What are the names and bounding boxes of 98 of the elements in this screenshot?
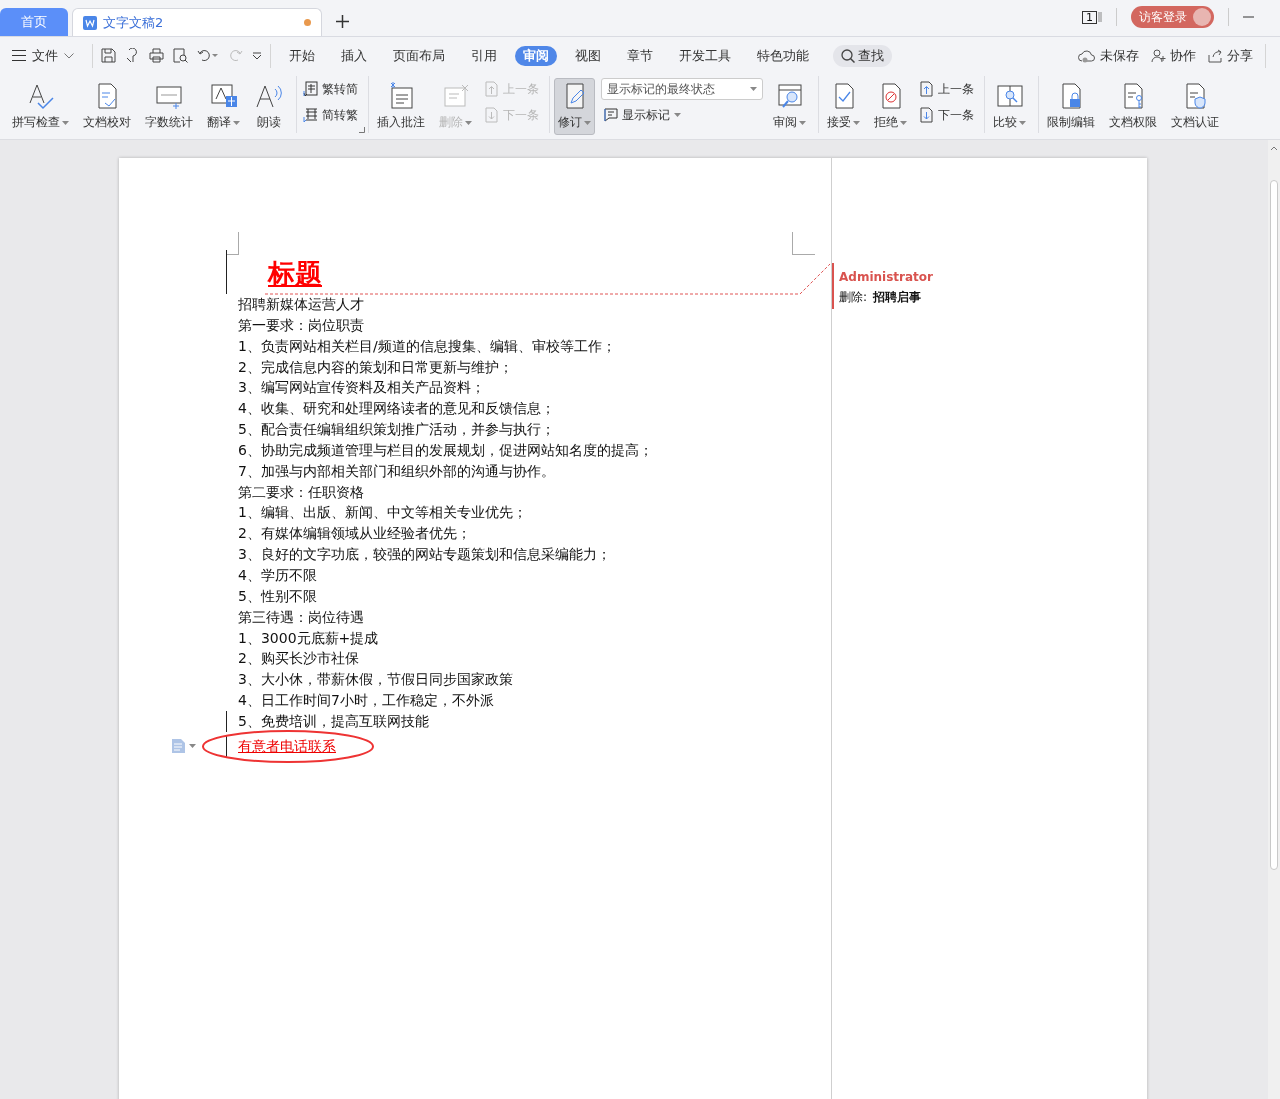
ribbon-tab[interactable]: 页面布局 (385, 45, 453, 66)
ribbon-tab[interactable]: 视图 (567, 45, 609, 66)
scrollbar[interactable] (1268, 140, 1280, 1099)
ribbon-button[interactable]: 限制编辑 (1043, 78, 1099, 135)
comment-author: Administrator (839, 269, 934, 286)
ribbon-button[interactable]: 插入批注 (373, 78, 429, 135)
customize-caret-icon[interactable] (252, 51, 262, 60)
ribbon-button[interactable]: 简转繁 (301, 104, 360, 126)
ribbon-tab[interactable]: 开发工具 (671, 45, 739, 66)
caret-icon (750, 87, 757, 91)
caret-icon (62, 120, 69, 125)
ribbon-button[interactable]: 修订 (554, 78, 595, 135)
ribbon-button[interactable]: 审阅 (769, 78, 810, 135)
markup-icon (603, 107, 618, 123)
document-text: 4、收集、研究和处理网络读者的意见和反馈信息； (238, 400, 555, 417)
document-text: 5、免费培训，提高互联网技能 (238, 712, 429, 729)
ribbon-tab[interactable]: 开始 (281, 45, 323, 66)
caret-icon (799, 120, 806, 125)
comment-label: 删除: (839, 289, 868, 306)
caret-icon (189, 743, 196, 748)
document-text: 3、大小休，带薪休假，节假日同步国家政策 (238, 671, 513, 688)
document-text: 2、有媒体编辑领域从业经验者优先； (238, 525, 471, 542)
undo-icon[interactable] (197, 48, 219, 63)
document-text: 1、3000元底薪+提成 (238, 629, 379, 646)
caret-icon (465, 120, 472, 125)
ribbon-button[interactable]: 拒绝 (870, 78, 911, 135)
new-tab-icon[interactable] (336, 14, 349, 28)
cloud-icon (1078, 48, 1096, 63)
dialog-launcher-icon[interactable] (359, 127, 365, 133)
login-button[interactable]: 访客登录 (1131, 6, 1214, 28)
ribbon-tab[interactable]: 引用 (463, 45, 505, 66)
ribbon-button[interactable]: 繁转简 (301, 78, 360, 100)
ribbon-button[interactable]: 拼写检查 (8, 78, 73, 135)
next-icon (484, 107, 499, 123)
ribbon-button[interactable]: 翻译 (203, 78, 244, 135)
document-text: 3、良好的文字功底，较强的网站专题策划和信息采编能力； (238, 546, 611, 563)
ribbon-tab[interactable]: 特色功能 (749, 45, 817, 66)
caret-icon (584, 120, 591, 125)
tab-label: 文字文稿2 (103, 13, 165, 32)
search-icon (841, 48, 855, 63)
ribbon-button[interactable]: 朗读 (250, 78, 288, 135)
document-text: 7、加强与内部相关部门和组织外部的沟通与协作。 (238, 462, 555, 479)
ribbon-tab[interactable]: 插入 (333, 45, 375, 66)
document-text: 招聘新媒体运营人才 (238, 296, 364, 312)
ribbon-button[interactable]: 接受 (823, 78, 864, 135)
ribbon-button[interactable]: 字数统计 (141, 78, 197, 135)
toolbar-action[interactable]: 未保存 (1078, 46, 1139, 65)
menu-icon (12, 50, 26, 61)
previous-icon (919, 81, 934, 97)
document-text: 2、完成信息内容的策划和日常更新与维护； (238, 358, 513, 375)
ribbon-button[interactable]: 文档权限 (1105, 78, 1161, 135)
document-text: 1、负责网站相关栏目/频道的信息搜集、编辑、审校等工作； (238, 337, 616, 354)
caret-icon (674, 113, 681, 117)
ribbon-tab[interactable]: 审阅 (515, 45, 557, 66)
toolbar-action[interactable]: 协作 (1151, 46, 1196, 65)
ribbon-tab[interactable]: 章节 (619, 45, 661, 66)
document-text: 5、配合责任编辑组织策划推广活动，并参与执行； (238, 421, 555, 438)
ribbon-button[interactable]: 显示标记 (601, 104, 763, 126)
next-icon (919, 107, 934, 123)
caret-icon (1019, 120, 1026, 125)
ribbon-button[interactable]: 文档校对 (79, 78, 135, 135)
deleted-text: 招聘启事 (873, 289, 922, 306)
ribbon-button[interactable]: 上一条 (917, 78, 976, 100)
ribbon-button[interactable]: 比较 (989, 78, 1030, 135)
file-menu[interactable]: 文件 (12, 46, 74, 65)
document-text: 第一要求：岗位职责 (238, 316, 364, 333)
document-text: 第三待遇：岗位待遇 (238, 608, 364, 625)
document-heading: 标题 (268, 254, 322, 294)
document-tab[interactable]: 文字文稿2 (72, 8, 322, 36)
print-icon[interactable] (149, 48, 164, 63)
ribbon-button[interactable]: 文档认证 (1167, 78, 1223, 135)
caret-icon (233, 120, 240, 125)
save-icon[interactable] (101, 48, 116, 63)
scrollbar-thumb[interactable] (1270, 180, 1278, 870)
document-app-icon (83, 15, 97, 30)
document-text: 1、编辑、出版、新闻、中文等相关专业优先； (238, 504, 527, 521)
document-text: 第二要求：任职资格 (238, 483, 364, 500)
document-text: 5、性别不限 (238, 587, 317, 604)
document-text: 4、学历不限 (238, 566, 317, 583)
avatar-icon (1193, 8, 1211, 26)
margin-corner-mark (792, 232, 815, 255)
user-add-icon (1151, 48, 1166, 63)
document-text: 2、购买长沙市社保 (238, 650, 359, 667)
previous-icon (484, 81, 499, 97)
search-button[interactable]: 查找 (833, 44, 892, 67)
document-text: 3、编写网站宣传资料及相关产品资料； (238, 379, 485, 396)
print-preview-icon[interactable] (173, 48, 188, 63)
inserted-text: 有意者电话联系 (238, 737, 336, 754)
caret-icon (853, 120, 860, 125)
paragraph-menu-icon[interactable] (172, 738, 196, 753)
document-text: 4、日工作时间7小时，工作稳定，不外派 (238, 692, 494, 709)
toolbar-action[interactable]: 分享 (1208, 46, 1253, 65)
document-text: 6、协助完成频道管理与栏目的发展规划，促进网站知名度的提高； (238, 441, 653, 458)
markup-state-dropdown[interactable]: 显示标记的最终状态 (601, 78, 763, 100)
ribbon-button[interactable]: 下一条 (917, 104, 976, 126)
caret-icon (900, 120, 907, 125)
chevron-icon (64, 52, 74, 59)
share-icon (1208, 48, 1223, 63)
